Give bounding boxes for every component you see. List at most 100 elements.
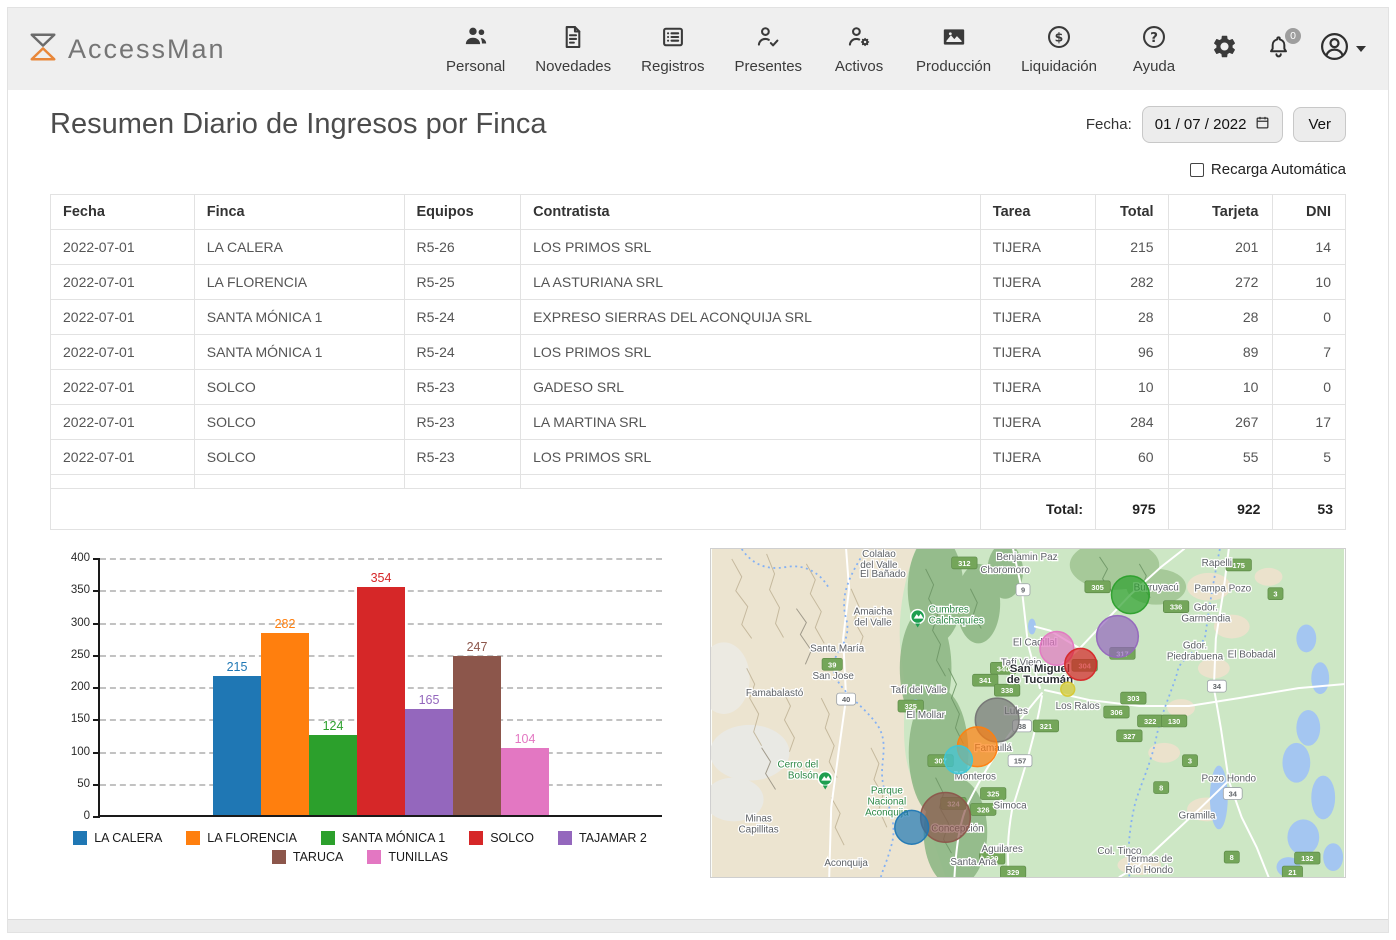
route-badge-329: 329 [1000, 866, 1025, 878]
ver-button[interactable]: Ver [1293, 107, 1346, 142]
question-circle-icon: ? [1141, 24, 1167, 55]
cell-total: 10 [1096, 370, 1169, 405]
nav-item-activos[interactable]: Activos [832, 24, 886, 75]
app-frame: AccessMan Personal Novedades Registros Pres… [7, 7, 1389, 933]
clipped-row [51, 475, 1346, 489]
cell-dni: 17 [1273, 405, 1346, 440]
legend-label: LA CALERA [94, 831, 162, 845]
y-axis-tick-label: 0 [50, 810, 90, 822]
map-town-label: Pampa Pozo [1194, 584, 1251, 595]
nav-item-label: Personal [446, 58, 505, 75]
legend-label: TUNILLAS [388, 850, 448, 864]
route-badge-39: 39 [822, 658, 842, 670]
table-row: 2022-07-01LA FLORENCIAR5-25LA ASTURIANA … [51, 265, 1346, 300]
bar-value-label: 282 [261, 617, 309, 633]
svg-text:132: 132 [1301, 854, 1313, 863]
person-gear-icon [846, 24, 872, 55]
y-axis-tick-label: 400 [50, 552, 90, 564]
svg-text:306: 306 [1110, 708, 1122, 717]
map-bubble[interactable] [945, 746, 973, 774]
svg-text:321: 321 [1040, 722, 1052, 731]
map-town-label: El Mollar [906, 710, 945, 721]
date-value: 01 / 07 / 2022 [1155, 116, 1247, 133]
total-total: 975 [1096, 489, 1169, 530]
bar-solco [357, 587, 405, 815]
cell-total: 215 [1096, 230, 1169, 265]
highway-shield-34: 34 [1207, 680, 1226, 692]
nav-item-label: Presentes [735, 58, 803, 75]
main-content: Resumen Diario de Ingresos por Finca Fec… [8, 90, 1388, 919]
y-axis-tick-label: 300 [50, 617, 90, 629]
map-bubble[interactable] [1097, 616, 1139, 658]
map-bubble[interactable] [1065, 648, 1097, 680]
settings-button[interactable] [1211, 33, 1238, 65]
calendar-icon [1255, 115, 1270, 134]
nav-item-label: Activos [835, 58, 883, 75]
notifications-button[interactable]: 0 [1266, 34, 1291, 64]
route-badge-8: 8 [1224, 851, 1239, 863]
nav-item-liquidacion[interactable]: $Liquidación [1021, 24, 1097, 75]
date-input[interactable]: 01 / 07 / 2022 [1142, 106, 1284, 143]
map[interactable]: 3123051753363334034133830431730332130632… [710, 548, 1346, 878]
nav-item-ayuda[interactable]: ? Ayuda [1127, 24, 1181, 75]
cell-equipos: R5-26 [404, 230, 521, 265]
cell-tarea: TIJERA [980, 440, 1095, 475]
cell-contratista: EXPRESO SIERRAS DEL ACONQUIJA SRL [521, 300, 981, 335]
bar-santa-mónica-1 [309, 735, 357, 815]
svg-text:40: 40 [842, 695, 850, 704]
cell-tarea: TIJERA [980, 405, 1095, 440]
cell-fecha: 2022-07-01 [51, 370, 195, 405]
cell-tarea: TIJERA [980, 370, 1095, 405]
nav-item-registros[interactable]: Registros [641, 24, 704, 75]
highway-shield-40: 40 [837, 693, 856, 705]
cell-dni: 0 [1273, 300, 1346, 335]
y-axis-tick-label: 200 [50, 681, 90, 693]
total-label: Total: [980, 489, 1095, 530]
svg-text:9: 9 [1021, 586, 1025, 595]
map-town-label: Aguilares [981, 844, 1022, 855]
column-header-contratista: Contratista [521, 195, 981, 230]
route-badge-8: 8 [1154, 782, 1169, 794]
svg-text:34: 34 [1229, 789, 1238, 798]
map-bubble[interactable] [921, 793, 971, 843]
map-town-label: Tafí del Valle [891, 685, 948, 696]
svg-text:$: $ [1055, 29, 1064, 44]
chevron-down-icon [1356, 46, 1366, 52]
cell-dni: 0 [1273, 370, 1346, 405]
route-badge-132: 132 [1295, 852, 1320, 864]
svg-text:3: 3 [1188, 757, 1192, 766]
map-bubble[interactable] [895, 810, 929, 844]
route-badge-306: 306 [1104, 706, 1129, 718]
svg-text:329: 329 [1007, 868, 1019, 877]
date-controls: Fecha: 01 / 07 / 2022 Ver [1086, 106, 1346, 143]
cell-finca: LA FLORENCIA [194, 265, 404, 300]
brand-logo[interactable]: AccessMan [26, 31, 226, 68]
map-bubble[interactable] [1111, 576, 1149, 614]
svg-text:303: 303 [1127, 694, 1139, 703]
svg-text:326: 326 [977, 805, 989, 814]
map-town-label: San Jose [813, 671, 855, 682]
nav-item-presentes[interactable]: Presentes [735, 24, 803, 75]
cell-fecha: 2022-07-01 [51, 300, 195, 335]
nav-item-personal[interactable]: Personal [446, 24, 505, 75]
cell-equipos: R5-25 [404, 265, 521, 300]
account-menu-button[interactable] [1319, 31, 1366, 67]
nav-item-label: Ayuda [1133, 58, 1175, 75]
nav-item-produccion[interactable]: Producción [916, 24, 991, 75]
column-header-fecha: Fecha [51, 195, 195, 230]
legend-item: LA FLORENCIA [186, 831, 297, 845]
map-bubble[interactable] [1061, 682, 1075, 696]
column-header-dni: DNI [1273, 195, 1346, 230]
people-icon [463, 24, 489, 55]
cell-finca: SANTA MÓNICA 1 [194, 335, 404, 370]
svg-text:21: 21 [1288, 868, 1296, 877]
bar-value-label: 247 [453, 640, 501, 656]
legend-item: TARUCA [272, 850, 343, 864]
nav-item-novedades[interactable]: Novedades [535, 24, 611, 75]
autorefresh-checkbox[interactable] [1190, 163, 1204, 177]
route-badge-326: 326 [971, 803, 996, 815]
cell-total: 282 [1096, 265, 1169, 300]
nav-item-label: Producción [916, 58, 991, 75]
bar-la-florencia [261, 633, 309, 815]
bar-value-label: 354 [357, 571, 405, 587]
